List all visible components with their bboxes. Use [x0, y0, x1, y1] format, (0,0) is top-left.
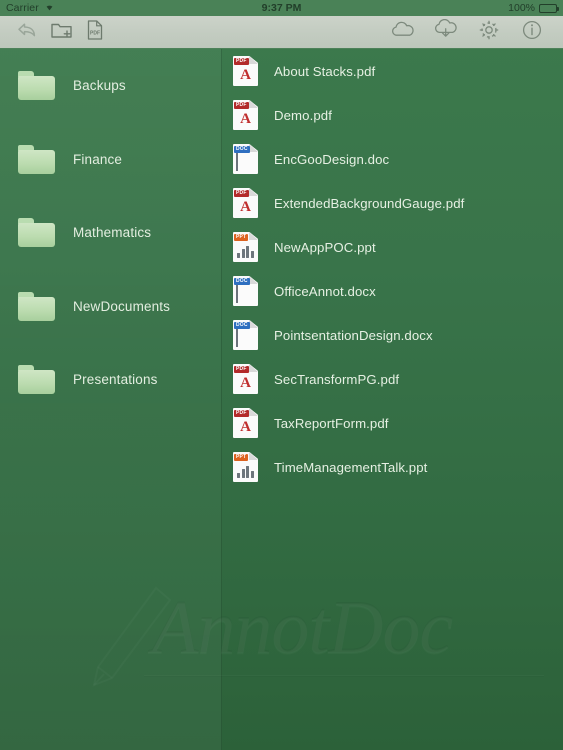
- content-area: Backups Finance Mathematics NewDocuments Pre…: [0, 49, 563, 750]
- file-type-badge: PDF: [234, 366, 249, 373]
- pdf-file-icon: A PDF: [233, 100, 258, 130]
- file-list-item[interactable]: A PDF ExtendedBackgroundGauge.pdf: [223, 181, 563, 225]
- file-type-badge: DOC: [234, 322, 250, 329]
- sidebar-item-backups[interactable]: Backups: [0, 49, 221, 123]
- pdf-file-icon: A PDF: [233, 364, 258, 394]
- doc-file-icon: DOC: [233, 320, 258, 350]
- pdf-file-icon: A PDF: [233, 188, 258, 218]
- status-bar: Carrier 9:37 PM 100%: [0, 0, 563, 16]
- file-list-item[interactable]: A PDF TaxReportForm.pdf: [223, 401, 563, 445]
- new-folder-button[interactable]: [44, 18, 78, 46]
- battery-percent-label: 100%: [508, 2, 535, 14]
- file-list-item[interactable]: A PDF Demo.pdf: [223, 93, 563, 137]
- cloud-download-icon: [433, 18, 459, 45]
- back-button[interactable]: [10, 18, 44, 46]
- status-bar-right: 100%: [508, 2, 559, 14]
- file-list-item[interactable]: DOC EncGooDesign.doc: [223, 137, 563, 181]
- sidebar-item-label: Mathematics: [73, 225, 152, 241]
- file-list-item[interactable]: PPT TimeManagementTalk.ppt: [223, 445, 563, 489]
- file-list-item[interactable]: DOC OfficeAnnot.docx: [223, 269, 563, 313]
- pdf-file-icon: A PDF: [233, 56, 258, 86]
- file-list-item[interactable]: A PDF About Stacks.pdf: [223, 49, 563, 93]
- file-type-badge: DOC: [234, 278, 250, 285]
- file-name-label: About Stacks.pdf: [274, 63, 376, 79]
- sidebar-item-label: NewDocuments: [73, 298, 171, 314]
- folder-icon: [18, 144, 55, 174]
- doc-file-icon: DOC: [233, 276, 258, 306]
- doc-file-icon: DOC: [233, 144, 258, 174]
- sidebar-item-mathematics[interactable]: Mathematics: [0, 196, 221, 270]
- wifi-icon: [44, 2, 55, 14]
- carrier-label: Carrier: [6, 2, 39, 14]
- file-name-label: TaxReportForm.pdf: [274, 415, 389, 431]
- file-name-label: NewAppPOC.ppt: [274, 239, 376, 255]
- gear-icon: [478, 19, 500, 46]
- file-list-item[interactable]: PPT NewAppPOC.ppt: [223, 225, 563, 269]
- cloud-icon: [390, 20, 416, 44]
- new-folder-icon: [50, 20, 73, 45]
- sidebar-item-presentations[interactable]: Presentations: [0, 343, 221, 417]
- new-document-button[interactable]: PDF: [78, 18, 112, 46]
- svg-text:PDF: PDF: [90, 30, 100, 36]
- file-list-item[interactable]: A PDF SecTransformPG.pdf: [223, 357, 563, 401]
- info-icon: [521, 19, 543, 46]
- sidebar-item-label: Presentations: [73, 372, 158, 388]
- folder-icon: [18, 71, 55, 101]
- settings-button[interactable]: [472, 18, 506, 46]
- info-button[interactable]: [515, 18, 549, 46]
- file-type-badge: PPT: [234, 234, 249, 241]
- pdf-file-icon: A PDF: [233, 408, 258, 438]
- new-pdf-document-icon: PDF: [86, 19, 104, 46]
- folder-icon: [18, 291, 55, 321]
- file-type-badge: PDF: [234, 410, 249, 417]
- file-name-label: PointsentationDesign.docx: [274, 327, 433, 343]
- file-type-badge: PDF: [234, 58, 249, 65]
- clock-label: 9:37 PM: [261, 2, 302, 14]
- status-bar-left: Carrier: [6, 2, 55, 14]
- toolbar-right-group: [386, 18, 549, 46]
- sidebar-item-finance[interactable]: Finance: [0, 123, 221, 197]
- file-name-label: Demo.pdf: [274, 107, 332, 123]
- toolbar: PDF: [0, 16, 563, 49]
- file-type-badge: PDF: [234, 102, 249, 109]
- file-list[interactable]: A PDF About Stacks.pdf A PDF Demo.pdf DOC EncGo…: [223, 49, 563, 750]
- sidebar-item-newdocuments[interactable]: NewDocuments: [0, 270, 221, 344]
- sidebar-folder-list[interactable]: Backups Finance Mathematics NewDocuments Pre…: [0, 49, 222, 750]
- file-type-badge: DOC: [234, 146, 250, 153]
- app-root: Carrier 9:37 PM 100% PDF Backups Finance…: [0, 0, 563, 750]
- file-name-label: ExtendedBackgroundGauge.pdf: [274, 195, 465, 211]
- file-name-label: EncGooDesign.doc: [274, 151, 390, 167]
- battery-full-icon: [539, 3, 559, 13]
- cloud-download-button[interactable]: [429, 18, 463, 46]
- folder-icon: [18, 365, 55, 395]
- sidebar-item-label: Backups: [73, 78, 126, 94]
- folder-icon: [18, 218, 55, 248]
- file-name-label: OfficeAnnot.docx: [274, 283, 376, 299]
- cloud-button[interactable]: [386, 18, 420, 46]
- file-type-badge: PPT: [234, 454, 249, 461]
- file-list-item[interactable]: DOC PointsentationDesign.docx: [223, 313, 563, 357]
- ppt-file-icon: PPT: [233, 232, 258, 262]
- back-icon: [16, 21, 38, 44]
- file-name-label: SecTransformPG.pdf: [274, 371, 400, 387]
- file-type-badge: PDF: [234, 190, 249, 197]
- file-name-label: TimeManagementTalk.ppt: [274, 459, 428, 475]
- ppt-file-icon: PPT: [233, 452, 258, 482]
- sidebar-item-label: Finance: [73, 151, 123, 167]
